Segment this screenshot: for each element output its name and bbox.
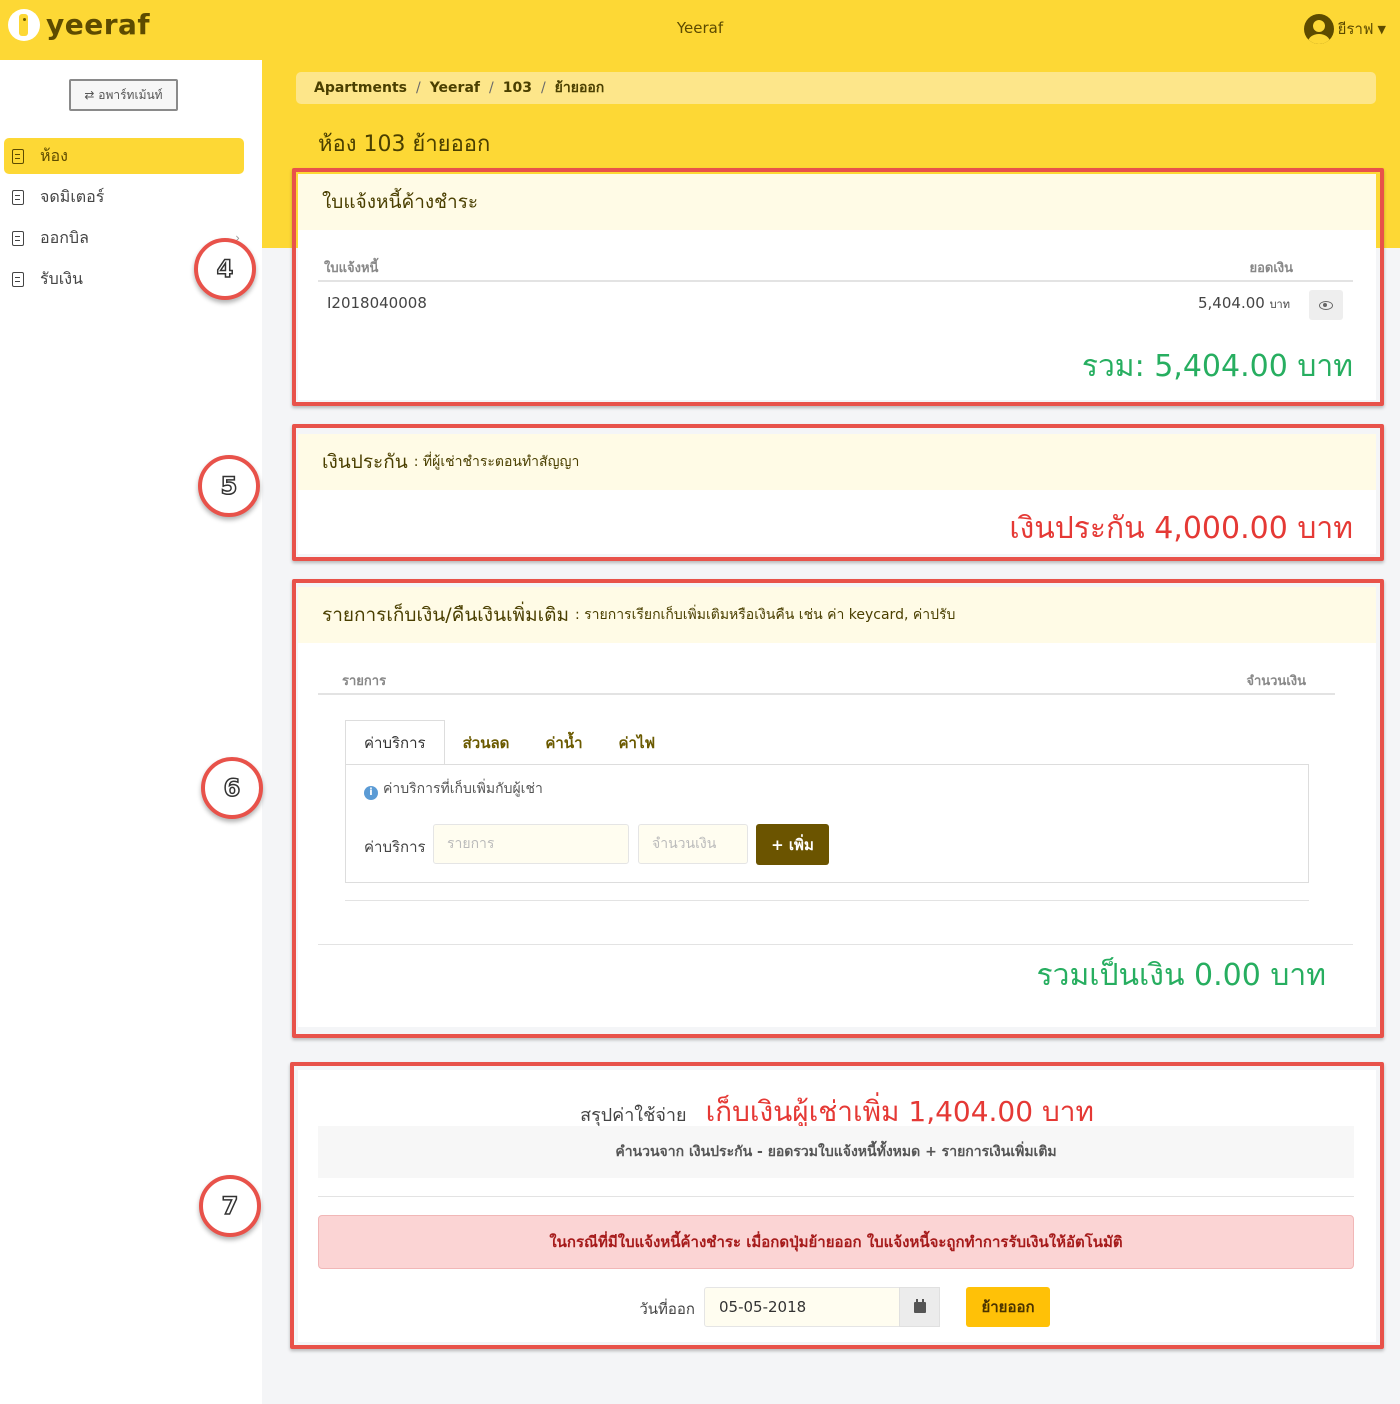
breadcrumb-separator: / [540,80,546,96]
highlight-box-extra [292,579,1384,1038]
highlight-box-summary [290,1062,1384,1349]
breadcrumb-apartments[interactable]: Apartments [314,80,407,96]
sidebar-item-meter[interactable]: จดมิเตอร์ [4,179,244,215]
sidebar-item-label: ห้อง [40,145,68,165]
top-bar: yeeraf Yeeraf ยีราฟ ▼ [0,0,1400,60]
step-marker-7: 7 [199,1175,261,1237]
breadcrumb-separator: / [415,80,421,96]
edit-document-icon [12,189,24,205]
breadcrumb-current: ย้ายออก [554,80,605,96]
sidebar-item-label: รับเงิน [40,268,83,288]
sidebar-item-label: ออกบิล [40,227,89,247]
breadcrumb-apartment[interactable]: Yeeraf [430,80,480,96]
page-title: ห้อง 103 ย้ายออก [318,132,491,157]
sidebar-item-rooms[interactable]: ห้อง [4,138,244,174]
room-icon [12,148,24,164]
breadcrumb-separator: / [489,80,494,96]
highlight-box-deposit [292,424,1384,561]
breadcrumb: Apartments / Yeeraf / 103 / ย้ายออก [296,72,1376,104]
app-title: Yeeraf [676,19,724,37]
user-menu[interactable]: ยีราฟ ▼ [1303,14,1386,44]
user-avatar-icon [1303,14,1334,44]
step-marker-6: 6 [201,757,263,819]
step-marker-5: 5 [198,455,260,517]
document-icon [12,230,24,246]
receipt-icon [12,271,24,287]
apartments-button[interactable]: ⇄ อพาร์ทเม้นท์ [69,79,178,111]
sidebar-item-label: จดมิเตอร์ [40,186,105,206]
highlight-box-outstanding [292,168,1384,406]
breadcrumb-room[interactable]: 103 [503,80,532,96]
caret-down-icon: ▼ [1377,22,1386,36]
user-name: ยีราฟ [1337,20,1374,38]
step-marker-4: 4 [194,238,256,300]
